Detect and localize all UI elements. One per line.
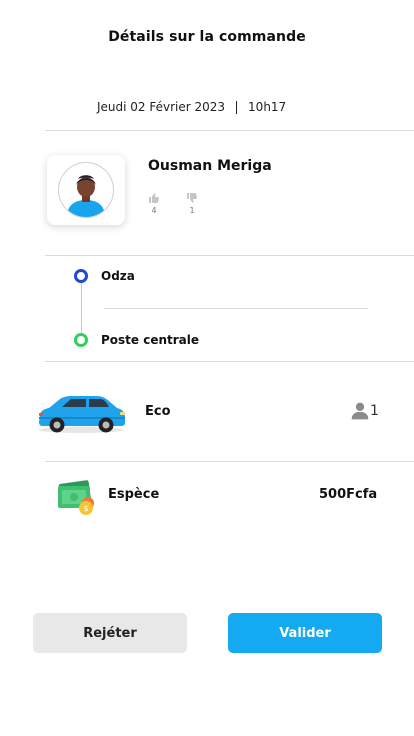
seat-count: 1 <box>350 401 379 421</box>
payment-method: Espèce <box>108 487 160 502</box>
like-count: 4 <box>151 206 157 215</box>
thumbs-down-icon <box>187 193 197 203</box>
price: 500Fcfa <box>319 487 378 502</box>
like-rating[interactable]: 4 <box>148 192 160 215</box>
reject-button[interactable]: Rejéter <box>33 613 187 653</box>
datetime-separator <box>236 100 238 114</box>
route-to: Poste centrale <box>101 333 200 347</box>
car-icon <box>36 392 126 438</box>
avatar <box>58 162 114 218</box>
divider <box>45 461 414 462</box>
route-end-marker <box>74 333 88 347</box>
vehicle-type: Eco <box>145 404 171 419</box>
route-line <box>81 283 82 335</box>
order-datetime: Jeudi 02 Février 2023 10h17 <box>97 100 286 114</box>
seat-count-value: 1 <box>370 403 379 419</box>
driver-avatar-card[interactable] <box>47 155 125 225</box>
dislike-count: 1 <box>189 206 195 215</box>
person-icon <box>351 402 369 420</box>
page-title: Détails sur la commande <box>108 29 306 45</box>
thumbs-up-icon <box>149 193 159 203</box>
order-time: 10h17 <box>248 100 287 114</box>
route-start-marker <box>74 269 88 283</box>
avatar-person-icon <box>67 175 105 217</box>
svg-text:$: $ <box>83 504 88 513</box>
divider <box>45 361 414 362</box>
divider <box>45 130 414 131</box>
accept-button[interactable]: Valider <box>228 613 382 653</box>
cash-icon: $ <box>56 479 98 521</box>
order-date: Jeudi 02 Février 2023 <box>97 100 226 114</box>
dislike-rating[interactable]: 1 <box>186 192 198 215</box>
driver-name: Ousman Meriga <box>148 158 272 174</box>
route-separator <box>104 308 368 309</box>
route-from: Odza <box>101 269 135 283</box>
divider <box>45 255 414 256</box>
